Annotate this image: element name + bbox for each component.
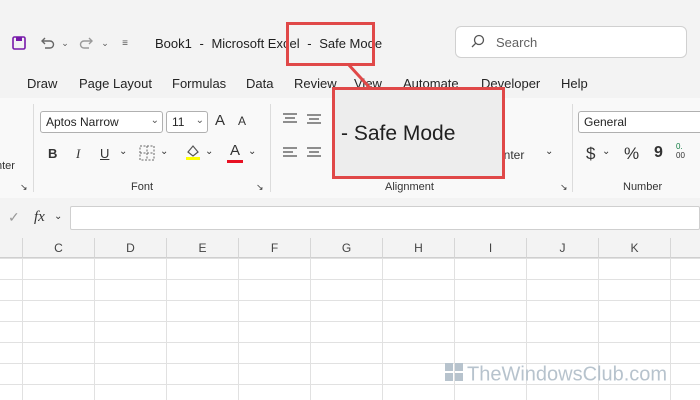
underline-dropdown-chevron-icon[interactable]: ⌄ [119, 146, 127, 157]
font-name-value: Aptos Narrow [46, 115, 119, 129]
number-format-value: General [584, 115, 627, 129]
align-left-icon[interactable] [282, 146, 298, 163]
save-icon[interactable] [10, 34, 28, 52]
column-header-i[interactable]: I [455, 238, 527, 258]
decimal-top-label: 0. [676, 142, 683, 151]
clipboard-partial-label: nter [0, 160, 15, 172]
enter-check-icon[interactable]: ✓ [8, 209, 20, 226]
currency-dropdown-chevron-icon[interactable]: ⌄ [602, 146, 610, 157]
watermark-text: TheWindowsClub.com [467, 363, 668, 386]
fill-color-icon[interactable] [184, 143, 202, 164]
tab-review[interactable]: Review [294, 76, 337, 91]
align-middle-icon[interactable] [306, 112, 322, 129]
shrink-font-button[interactable]: A [238, 114, 246, 128]
align-top-icon[interactable] [282, 112, 298, 129]
safe-mode-highlight-box [286, 22, 375, 66]
column-header-j[interactable]: J [527, 238, 599, 258]
clipboard-launcher-icon[interactable]: ↘ [20, 182, 28, 193]
column-header-d[interactable]: D [95, 238, 167, 258]
decimal-bottom-label: 00 [676, 151, 685, 160]
font-color-glyph: A [229, 142, 240, 159]
watermark: TheWindowsClub.com [444, 362, 667, 388]
alignment-launcher-icon[interactable]: ↘ [560, 182, 568, 193]
title-book-name: Book1 [155, 36, 192, 51]
tab-draw[interactable]: Draw [27, 76, 57, 91]
safe-mode-zoom-callout: - Safe Mode [332, 87, 505, 179]
underline-button[interactable]: U [100, 146, 109, 161]
chevron-down-icon: ⌄ [195, 115, 204, 126]
fill-color-dropdown-chevron-icon[interactable]: ⌄ [205, 146, 213, 157]
search-box[interactable]: Search [455, 26, 687, 58]
formula-input[interactable] [70, 206, 700, 230]
font-color-dropdown-chevron-icon[interactable]: ⌄ [248, 146, 256, 157]
safe-mode-zoom-text: - Safe Mode [341, 122, 456, 145]
tab-formulas[interactable]: Formulas [172, 76, 226, 91]
italic-button[interactable]: I [76, 146, 80, 162]
font-color-button[interactable]: A [227, 142, 243, 163]
font-name-select[interactable]: Aptos Narrow ⌄ [40, 111, 163, 133]
number-group-label: Number [623, 181, 663, 193]
title-separator: - [199, 36, 204, 51]
search-icon [470, 34, 486, 55]
number-format-select[interactable]: General [578, 111, 700, 133]
currency-button[interactable]: $ [586, 144, 595, 164]
column-header-c[interactable]: C [23, 238, 95, 258]
tab-page-layout[interactable]: Page Layout [79, 76, 152, 91]
customize-qat-icon[interactable]: ≡ [116, 34, 134, 52]
formula-bar: ✓ fx ⌄ [0, 198, 700, 238]
column-header-k[interactable]: K [599, 238, 671, 258]
group-divider [270, 104, 271, 192]
align-center-icon[interactable] [306, 146, 322, 163]
group-divider [33, 104, 34, 192]
font-size-value: 11 [172, 115, 185, 129]
column-header-h[interactable]: H [383, 238, 455, 258]
column-header-f[interactable]: F [239, 238, 311, 258]
font-color-swatch [227, 160, 243, 163]
alignment-group-label: Alignment [385, 181, 434, 193]
tab-help[interactable]: Help [561, 76, 588, 91]
bold-button[interactable]: B [48, 146, 57, 161]
column-header-e[interactable]: E [167, 238, 239, 258]
chevron-down-icon: ⌄ [150, 115, 159, 126]
borders-icon[interactable] [139, 145, 155, 164]
borders-dropdown-chevron-icon[interactable]: ⌄ [160, 146, 168, 157]
font-size-select[interactable]: 11 ⌄ [166, 111, 208, 133]
column-header-corner [0, 238, 23, 258]
redo-icon[interactable] [78, 34, 96, 52]
search-placeholder: Search [496, 35, 538, 50]
font-launcher-icon[interactable]: ↘ [256, 182, 264, 193]
redo-dropdown-chevron-icon[interactable]: ⌄ [96, 34, 114, 52]
fx-dropdown-chevron-icon[interactable]: ⌄ [54, 211, 62, 222]
group-divider [572, 104, 573, 192]
insert-function-button[interactable]: fx [34, 209, 45, 226]
comma-style-button[interactable]: 9 [654, 144, 663, 162]
undo-dropdown-chevron-icon[interactable]: ⌄ [56, 34, 74, 52]
grow-font-button[interactable]: A [215, 112, 225, 129]
windows-logo-icon [444, 362, 464, 388]
tab-data[interactable]: Data [246, 76, 273, 91]
increase-decimal-button[interactable]: 0. 00 [676, 142, 685, 160]
column-header-g[interactable]: G [311, 238, 383, 258]
column-header-blank [671, 238, 700, 258]
undo-icon[interactable] [38, 34, 56, 52]
font-group-label: Font [131, 181, 154, 193]
merge-center-dropdown-chevron-icon[interactable]: ⌄ [545, 146, 553, 157]
percent-button[interactable]: % [624, 144, 639, 164]
